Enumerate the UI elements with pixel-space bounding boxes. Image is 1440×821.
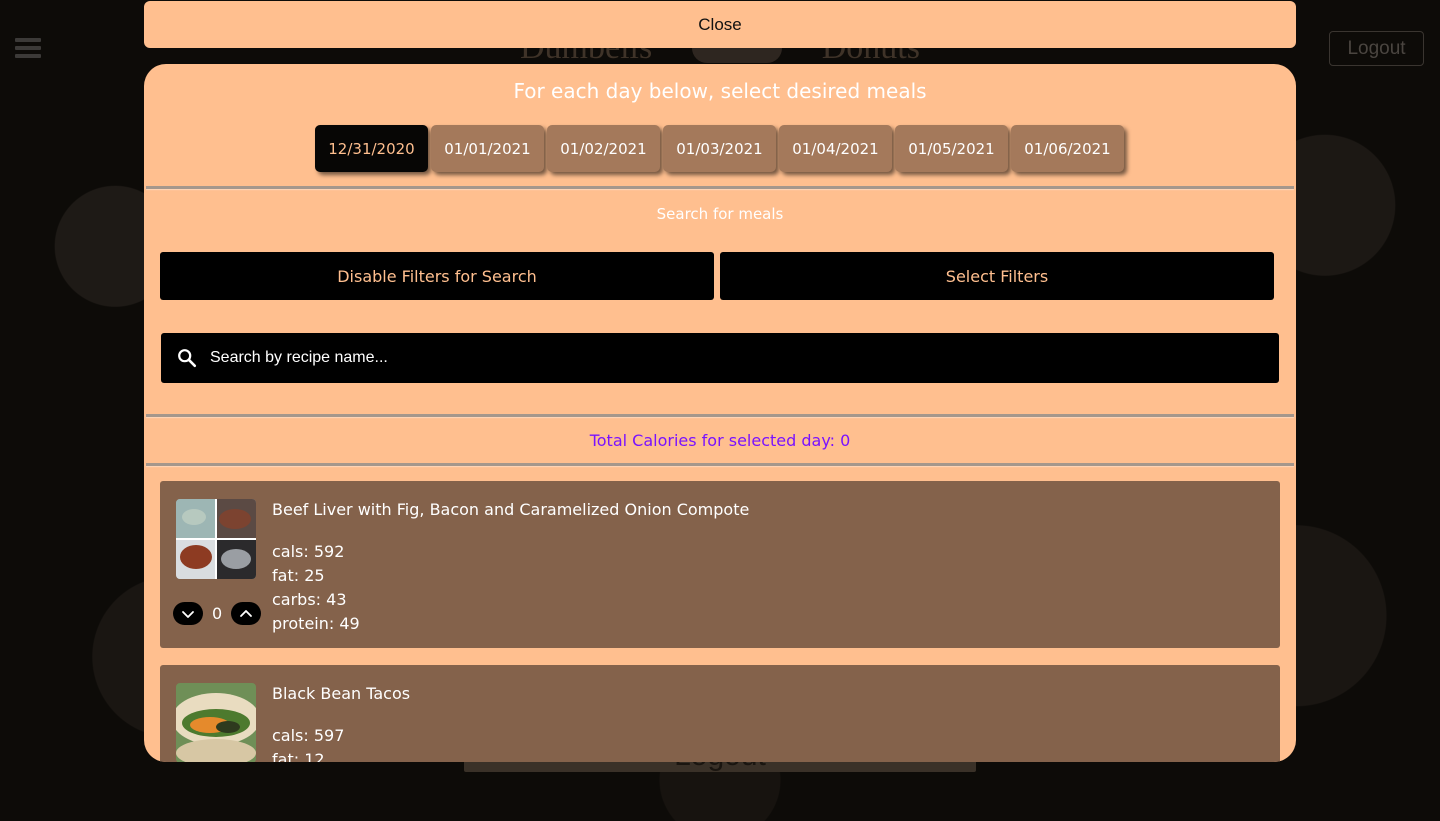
search-heading: Search for meals xyxy=(656,205,784,223)
chevron-down-icon xyxy=(182,610,194,618)
meal-image xyxy=(176,683,256,762)
meal-card[interactable]: Black Bean Tacos cals: 597 fat: 12 xyxy=(160,665,1280,762)
search-icon xyxy=(178,349,197,368)
meal-card[interactable]: Beef Liver with Fig, Bacon and Carameliz… xyxy=(160,481,1280,648)
meal-nutrition: cals: 592 fat: 25 carbs: 43 protein: 49 xyxy=(272,540,360,636)
select-filters-button[interactable]: Select Filters xyxy=(720,252,1274,300)
date-tab-01-05-2021[interactable]: 01/05/2021 xyxy=(895,125,1008,172)
date-tab-01-06-2021[interactable]: 01/06/2021 xyxy=(1011,125,1124,172)
date-tab-12-31-2020[interactable]: 12/31/2020 xyxy=(315,125,428,172)
search-bar xyxy=(161,333,1279,383)
date-tab-01-02-2021[interactable]: 01/02/2021 xyxy=(547,125,660,172)
meal-name: Beef Liver with Fig, Bacon and Carameliz… xyxy=(272,500,750,519)
quantity-stepper: 0 xyxy=(173,602,261,625)
modal-heading: For each day below, select desired meals xyxy=(513,79,927,103)
divider xyxy=(146,186,1294,189)
quantity-value: 0 xyxy=(212,604,223,623)
date-tab-01-04-2021[interactable]: 01/04/2021 xyxy=(779,125,892,172)
close-button[interactable]: Close xyxy=(144,1,1296,48)
logout-button[interactable]: Logout xyxy=(1329,31,1424,66)
increase-button[interactable] xyxy=(231,602,261,625)
divider xyxy=(146,463,1294,466)
meal-protein: protein: 49 xyxy=(272,614,360,633)
meal-fat: fat: 12 xyxy=(272,750,325,762)
meal-image xyxy=(176,499,256,579)
disable-filters-button[interactable]: Disable Filters for Search xyxy=(160,252,714,300)
decrease-button[interactable] xyxy=(173,602,203,625)
search-input[interactable] xyxy=(210,349,1210,367)
meal-carbs: carbs: 43 xyxy=(272,590,347,609)
meal-name: Black Bean Tacos xyxy=(272,684,411,703)
menu-icon[interactable] xyxy=(15,38,41,58)
divider xyxy=(146,414,1294,417)
date-tab-01-01-2021[interactable]: 01/01/2021 xyxy=(431,125,544,172)
chevron-up-icon xyxy=(240,609,252,617)
date-tab-01-03-2021[interactable]: 01/03/2021 xyxy=(663,125,776,172)
meal-calories: cals: 592 xyxy=(272,542,345,561)
meal-calories: cals: 597 xyxy=(272,726,345,745)
meal-nutrition: cals: 597 fat: 12 xyxy=(272,724,344,762)
date-tabs: 12/31/2020 01/01/2021 01/02/2021 01/03/2… xyxy=(315,125,1124,172)
meal-planner-modal: For each day below, select desired meals… xyxy=(144,64,1296,762)
total-calories: Total Calories for selected day: 0 xyxy=(589,431,851,450)
meal-fat: fat: 25 xyxy=(272,566,325,585)
meal-list: Beef Liver with Fig, Bacon and Carameliz… xyxy=(160,481,1280,762)
